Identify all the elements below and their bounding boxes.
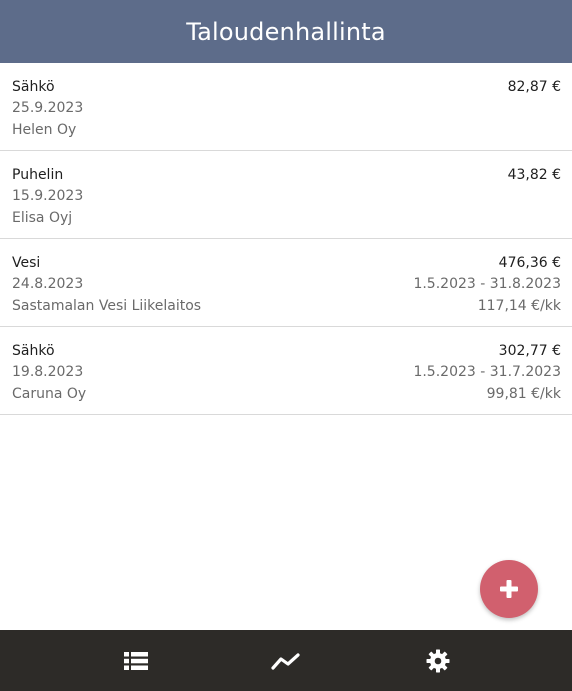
nav-list-button[interactable] xyxy=(106,630,166,691)
bill-list: Sähkö 82,87 € 25.9.2023 Helen Oy Puhelin… xyxy=(0,63,572,415)
bill-company: Helen Oy xyxy=(12,121,77,138)
bill-date: 19.8.2023 xyxy=(12,364,84,381)
list-item[interactable]: Sähkö 302,77 € 19.8.2023 1.5.2023 - 31.7… xyxy=(0,327,572,415)
bill-amount: 302,77 € xyxy=(498,342,561,359)
bill-title: Vesi xyxy=(12,254,41,271)
nav-settings-button[interactable] xyxy=(408,630,468,691)
app-header: Taloudenhallinta xyxy=(0,0,572,63)
bill-date: 24.8.2023 xyxy=(12,276,84,293)
gear-icon xyxy=(426,649,450,672)
bill-company: Sastamalan Vesi Liikelaitos xyxy=(12,297,202,314)
bill-company: Elisa Oyj xyxy=(12,209,73,226)
bill-date: 25.9.2023 xyxy=(12,100,84,117)
plus-icon xyxy=(500,580,518,598)
nav-chart-button[interactable] xyxy=(256,630,316,691)
bill-amount: 476,36 € xyxy=(498,254,561,271)
bill-monthly: 99,81 €/kk xyxy=(486,385,561,402)
bill-date: 15.9.2023 xyxy=(12,188,84,205)
bill-monthly: 117,14 €/kk xyxy=(477,297,561,314)
list-icon xyxy=(124,651,148,670)
bill-amount: 43,82 € xyxy=(507,166,561,183)
chart-line-icon xyxy=(271,652,300,670)
bill-period: 1.5.2023 - 31.8.2023 xyxy=(413,276,561,293)
bill-company: Caruna Oy xyxy=(12,385,87,402)
list-item[interactable]: Vesi 476,36 € 24.8.2023 1.5.2023 - 31.8.… xyxy=(0,239,572,327)
add-bill-button[interactable] xyxy=(480,560,538,618)
bottom-nav xyxy=(0,630,572,691)
bill-title: Sähkö xyxy=(12,78,55,95)
bill-title: Puhelin xyxy=(12,166,64,183)
list-item[interactable]: Sähkö 82,87 € 25.9.2023 Helen Oy xyxy=(0,63,572,151)
bill-title: Sähkö xyxy=(12,342,55,359)
list-item[interactable]: Puhelin 43,82 € 15.9.2023 Elisa Oyj xyxy=(0,151,572,239)
bill-amount: 82,87 € xyxy=(507,78,561,95)
page-title: Taloudenhallinta xyxy=(186,17,386,46)
bill-period: 1.5.2023 - 31.7.2023 xyxy=(413,364,561,381)
